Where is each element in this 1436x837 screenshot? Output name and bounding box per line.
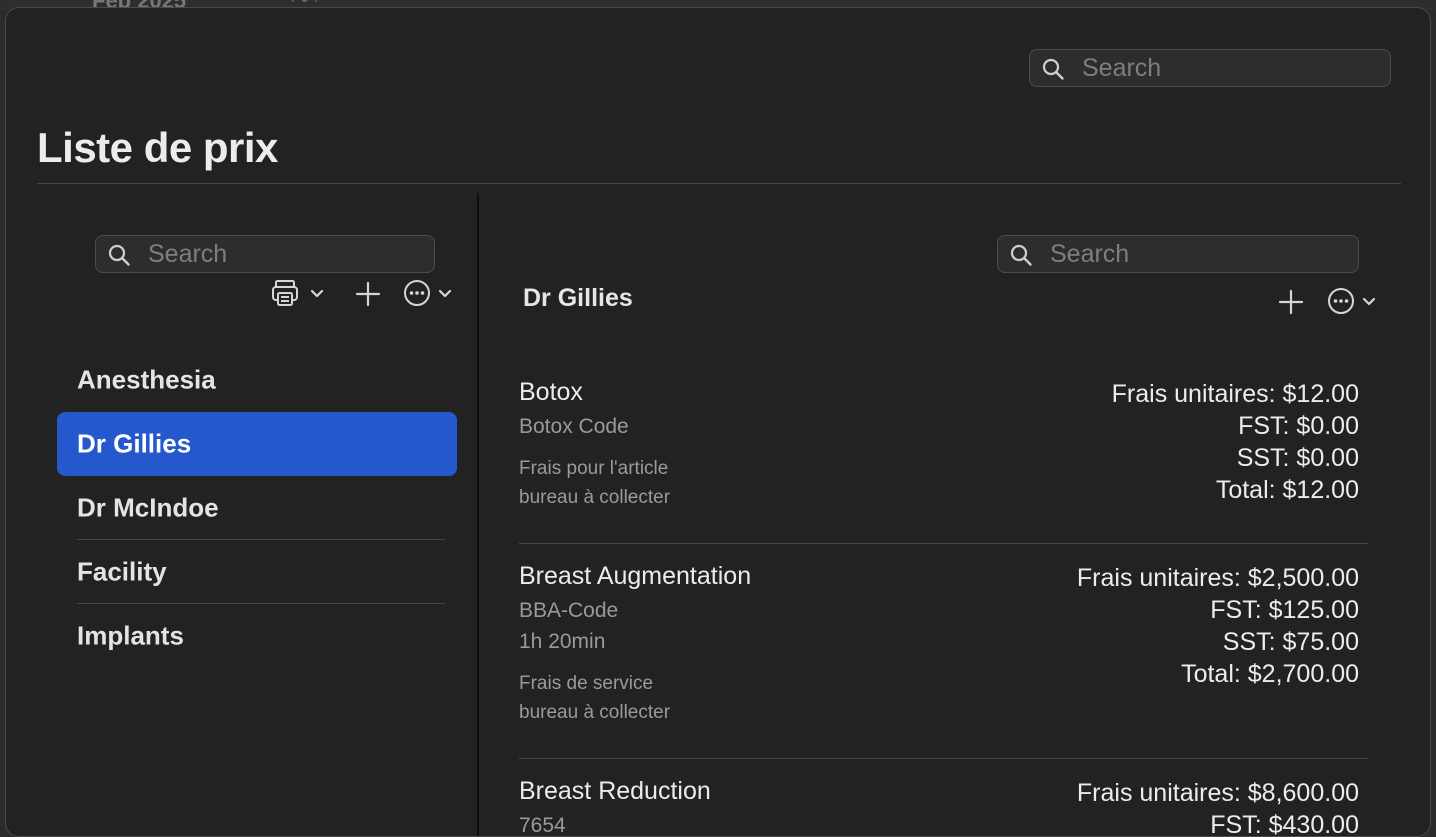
magnifying-glass-icon bbox=[1042, 58, 1064, 80]
fst-amount: FST: $430.00 bbox=[1210, 811, 1359, 837]
item-divider bbox=[519, 543, 1368, 544]
item-note: Frais pour l'article bureau à collecter bbox=[519, 454, 670, 512]
add-category-button[interactable] bbox=[355, 281, 381, 307]
sidebar-item-dr-mcindoe[interactable]: Dr McIndoe bbox=[57, 476, 457, 540]
ellipsis-circle-icon bbox=[404, 280, 430, 306]
fst-amount: FST: $0.00 bbox=[1238, 412, 1359, 440]
chevron-down-icon bbox=[310, 289, 324, 298]
item-name: Botox bbox=[519, 378, 583, 406]
item-prices: Frais unitaires: $12.00 FST: $0.00 SST: … bbox=[1112, 378, 1359, 506]
sidebar-item-label: Implants bbox=[77, 620, 184, 651]
item-duration: 1h 20min bbox=[519, 630, 606, 653]
printer-icon bbox=[272, 280, 298, 306]
total-amount: Total: $12.00 bbox=[1215, 476, 1359, 504]
pane-divider[interactable] bbox=[477, 193, 479, 836]
detail-title: Dr Gillies bbox=[523, 284, 633, 312]
add-item-button[interactable] bbox=[1278, 289, 1304, 315]
item-name: Breast Reduction bbox=[519, 777, 711, 805]
fst-amount: FST: $125.00 bbox=[1210, 596, 1359, 624]
chevron-down-icon bbox=[438, 289, 452, 298]
item-note-line: Frais de service bbox=[519, 673, 654, 694]
item-note: Frais de service bureau à collecter bbox=[519, 669, 670, 727]
price-item-breast-reduction[interactable]: Breast Reduction 7654 Frais unitaires: $… bbox=[519, 777, 1368, 837]
chevron-down-icon bbox=[1362, 297, 1376, 306]
unit-price: Frais unitaires: $12.00 bbox=[1111, 380, 1359, 408]
header-divider bbox=[37, 183, 1401, 184]
item-prices: Frais unitaires: $8,600.00 FST: $430.00 bbox=[1076, 777, 1359, 837]
sidebar-search-field[interactable] bbox=[95, 235, 435, 273]
sidebar-item-anesthesia[interactable]: Anesthesia bbox=[57, 348, 457, 412]
detail-search-field[interactable] bbox=[997, 235, 1359, 273]
unit-price: Frais unitaires: $8,600.00 bbox=[1076, 779, 1359, 807]
price-item-botox[interactable]: Botox Botox Code Frais pour l'article bu… bbox=[519, 378, 1368, 543]
detail-search-input[interactable] bbox=[1050, 238, 1350, 270]
print-menu-button[interactable] bbox=[271, 279, 329, 309]
sidebar-item-facility[interactable]: Facility bbox=[57, 540, 457, 604]
sidebar-item-label: Anesthesia bbox=[77, 364, 216, 395]
top-search-input[interactable] bbox=[1082, 52, 1382, 84]
sidebar-item-implants[interactable]: Implants bbox=[57, 604, 457, 668]
sst-amount: SST: $75.00 bbox=[1222, 628, 1359, 656]
total-amount: Total: $2,700.00 bbox=[1181, 660, 1359, 688]
sidebar-item-label: Dr Gillies bbox=[77, 428, 192, 459]
price-list-window: Liste de prix bbox=[5, 7, 1431, 837]
ellipsis-circle-icon bbox=[1328, 288, 1354, 314]
sidebar-item-dr-gillies[interactable]: Dr Gillies bbox=[57, 412, 457, 476]
detail-more-menu-button[interactable] bbox=[1327, 287, 1381, 317]
category-list: Anesthesia Dr Gillies Dr McIndoe Facilit… bbox=[57, 348, 457, 668]
sidebar-item-label: Facility bbox=[77, 556, 167, 587]
sidebar-item-label: Dr McIndoe bbox=[77, 492, 219, 523]
sidebar-more-menu-button[interactable] bbox=[403, 279, 457, 309]
item-code: Botox Code bbox=[519, 415, 629, 438]
plus-icon bbox=[355, 281, 381, 307]
item-code: BBA-Code bbox=[519, 599, 619, 622]
item-divider bbox=[519, 758, 1368, 759]
item-prices: Frais unitaires: $2,500.00 FST: $125.00 … bbox=[1077, 562, 1359, 690]
magnifying-glass-icon bbox=[108, 244, 130, 266]
item-note-line: Frais pour l'article bbox=[519, 458, 669, 479]
item-name: Breast Augmentation bbox=[519, 562, 752, 590]
page-title: Liste de prix bbox=[37, 124, 278, 171]
sst-amount: SST: $0.00 bbox=[1236, 444, 1359, 472]
plus-icon bbox=[1278, 289, 1304, 315]
unit-price: Frais unitaires: $2,500.00 bbox=[1076, 564, 1359, 592]
top-search-field[interactable] bbox=[1029, 49, 1391, 87]
item-code: 7654 bbox=[519, 814, 566, 837]
price-item-breast-augmentation[interactable]: Breast Augmentation BBA-Code 1h 20min Fr… bbox=[519, 562, 1368, 758]
magnifying-glass-icon bbox=[1010, 244, 1032, 266]
sidebar-search-input[interactable] bbox=[148, 238, 426, 270]
item-note-line: bureau à collecter bbox=[519, 487, 671, 508]
item-note-line: bureau à collecter bbox=[519, 702, 671, 723]
